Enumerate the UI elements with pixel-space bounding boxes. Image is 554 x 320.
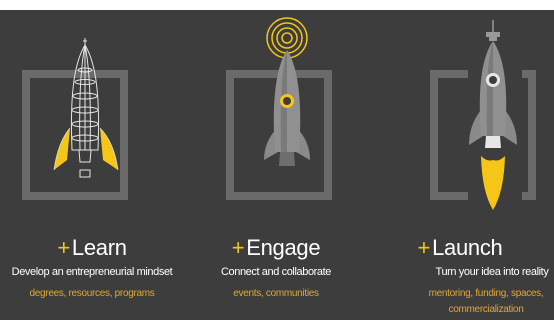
engage-description: Connect and collaborate	[220, 266, 332, 278]
launch-link-0[interactable]: mentoring, funding, spaces,	[429, 288, 544, 299]
learn-links: degrees, resources, programs	[0, 286, 184, 302]
launch-links: mentoring, funding, spaces, commercializ…	[406, 286, 554, 318]
wireframe-rocket-icon	[53, 38, 119, 178]
learn-title[interactable]: +Learn	[0, 235, 184, 261]
launch-column[interactable]: +Launch Turn your idea into reality ment…	[368, 10, 552, 320]
plus-icon: +	[417, 235, 431, 260]
launch-title[interactable]: +Launch	[368, 235, 552, 261]
plus-icon: +	[231, 235, 245, 260]
engage-column[interactable]: +Engage Connect and collaborate events, …	[184, 10, 368, 320]
plus-icon: +	[57, 235, 70, 260]
launch-link-1[interactable]: commercialization	[449, 304, 524, 315]
learn-link-0[interactable]: degrees, resources, programs	[30, 288, 155, 299]
hero-banner: +Learn Develop an entrepreneurial mindse…	[0, 10, 554, 320]
engage-links: events, communities	[184, 286, 368, 302]
learn-column[interactable]: +Learn Develop an entrepreneurial mindse…	[0, 10, 184, 320]
rocket-with-signal-icon	[262, 17, 312, 185]
rocket-launching-icon	[468, 20, 522, 215]
learn-description: Develop an entrepreneurial mindset	[11, 266, 173, 278]
engage-link-0[interactable]: events, communities	[233, 288, 319, 299]
engage-title[interactable]: +Engage	[184, 235, 368, 261]
launch-description: Turn your idea into reality	[435, 266, 549, 278]
